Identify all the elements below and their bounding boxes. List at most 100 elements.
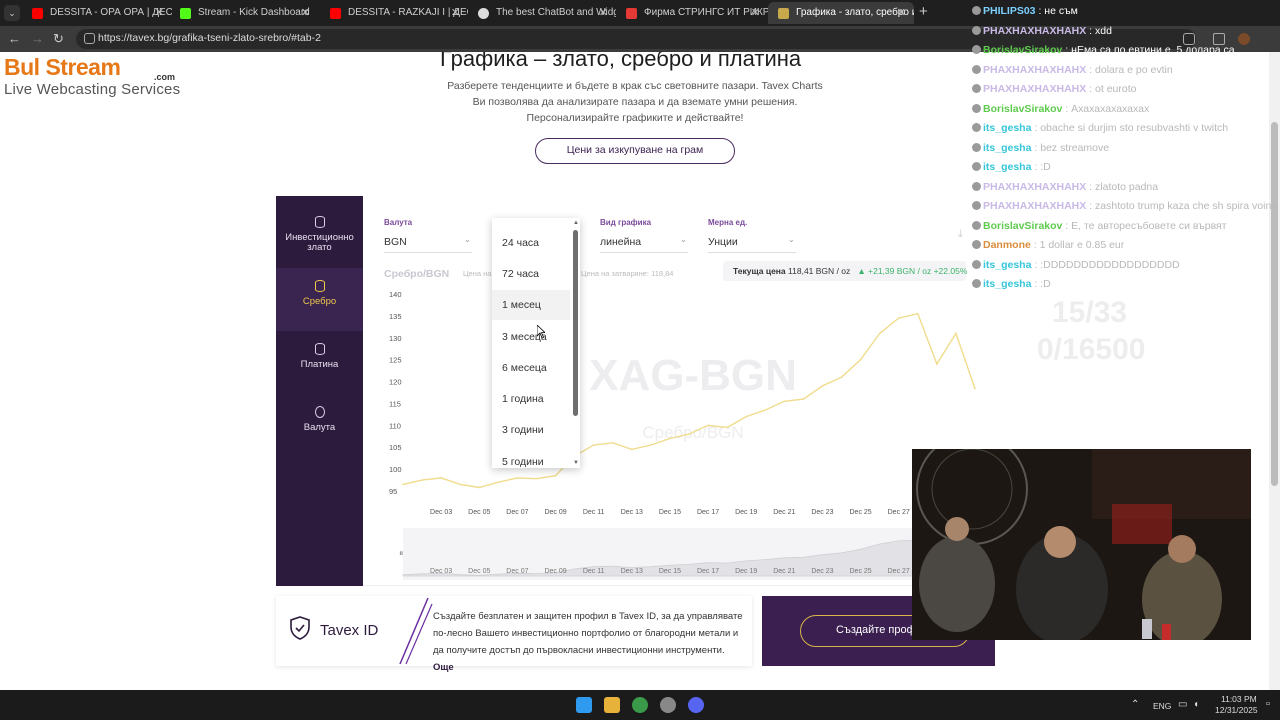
sidebar-item-currency[interactable]: Валута	[276, 394, 363, 457]
close-tab-icon[interactable]: ✕	[155, 2, 164, 24]
sidebar-item-silver[interactable]: Сребро	[276, 268, 363, 331]
data-point	[402, 483, 404, 486]
chat-text: Ахахахахахахах	[1071, 102, 1150, 115]
x-tick-label: Dec 17	[697, 509, 719, 516]
mouse-cursor-icon	[537, 325, 545, 339]
language-indicator[interactable]: ENG	[1153, 701, 1171, 711]
back-icon[interactable]: ←	[8, 31, 21, 46]
data-point	[878, 332, 881, 335]
y-tick-label: 95	[389, 487, 397, 496]
data-point	[535, 477, 538, 480]
network-icon[interactable]: ▭	[1178, 699, 1187, 710]
period-option[interactable]: 3 години	[492, 415, 570, 445]
browser-tab-active[interactable]: Графика - злато, сребро и пла ✕	[768, 2, 914, 24]
notifications-icon[interactable]: ▫	[1266, 698, 1270, 710]
x-tick-label: Dec 05	[468, 509, 490, 516]
period-option[interactable]: 24 часа	[492, 228, 570, 258]
sidebar-item-gold[interactable]: Инвестиционно злато	[276, 204, 363, 267]
browser-tab[interactable]: The best ChatBot and Widgets ✕	[468, 2, 616, 24]
reload-icon[interactable]: ↻	[53, 31, 64, 47]
windows-start-icon[interactable]	[576, 697, 592, 713]
tab-title: DESSITA - ОРА ОРА | ДЕСИТА	[50, 7, 172, 18]
price-change: +21,39 BGN / oz +22.05%	[868, 266, 968, 276]
chat-text: zashtoto trump kaza che sh spira voina	[1095, 200, 1278, 212]
currency-select[interactable]: BGN	[384, 236, 407, 248]
tab-title: Фирма СТРИНГС ИТ РИКРУТМ	[644, 7, 768, 18]
tab-title: Stream - Kick Dashboard	[198, 7, 310, 18]
close-tab-icon[interactable]: ✕	[599, 2, 608, 24]
chat-message: its_gesha : :D	[972, 277, 1051, 291]
user-badge-icon	[972, 103, 981, 113]
x-tick-label: Dec 03	[430, 509, 452, 516]
chat-message: PHAXHAXHAXHAHX : dolara e po evtin	[972, 63, 1173, 77]
price-chart[interactable]: XAG-BGNСребро/BGN14013513012512011511010…	[363, 286, 995, 586]
overlay-counter-2: 0/16500	[1037, 333, 1146, 366]
chevron-down-icon[interactable]: ⌄	[464, 235, 471, 244]
discord-icon[interactable]	[688, 697, 704, 713]
logo-main-text: Bul Stream	[4, 54, 121, 80]
obs-icon[interactable]	[660, 697, 676, 713]
scroll-down-icon[interactable]: ▼	[573, 460, 579, 466]
chat-message: PHAXHAXHAXHAHX : ot euroto	[972, 82, 1136, 96]
read-more-link[interactable]: Още	[433, 662, 454, 673]
dropdown-scrollbar-thumb[interactable]	[573, 230, 578, 416]
clock-time[interactable]: 11:03 PM	[1221, 694, 1257, 704]
chat-text: :D	[1040, 278, 1051, 290]
scroll-up-icon[interactable]: ▲	[573, 220, 579, 226]
file-explorer-icon[interactable]	[604, 697, 620, 713]
close-tab-icon[interactable]: ✕	[751, 2, 760, 24]
kick-icon	[180, 8, 191, 19]
unit-select[interactable]: Унции	[708, 236, 738, 248]
download-icon[interactable]: ⤓	[958, 228, 963, 241]
tavex-icon	[778, 8, 789, 19]
navigator-tick-label: Dec 15	[659, 568, 681, 575]
page-title: Графика – злато, сребро и платина	[440, 52, 802, 71]
tavex-id-card: Tavex ID Създайте безплатен и защитен пр…	[276, 596, 752, 673]
y-tick-label: 125	[389, 356, 402, 365]
chevron-down-icon[interactable]: ⌄	[788, 235, 795, 244]
period-option[interactable]: 72 часа	[492, 259, 570, 289]
period-option[interactable]: 3 месеца	[492, 322, 570, 352]
browser-tab[interactable]: Stream - Kick Dashboard ✕	[170, 2, 318, 24]
period-option[interactable]: 1 година	[492, 384, 570, 414]
y-tick-label: 105	[389, 443, 402, 452]
chat-message: its_gesha : :D	[972, 160, 1051, 174]
current-price-value: 118,41 BGN / oz	[788, 266, 851, 276]
chevron-down-icon[interactable]: ⌄	[680, 235, 687, 244]
clock-date[interactable]: 12/31/2025	[1215, 705, 1258, 715]
chat-message: PHAXHAXHAXHAHX : xdd	[972, 24, 1112, 38]
x-tick-label: Dec 19	[735, 509, 757, 516]
close-tab-icon[interactable]: ✕	[897, 2, 906, 24]
close-tab-icon[interactable]: ✕	[301, 2, 310, 24]
webcam-feed	[912, 449, 1251, 640]
browser-tab[interactable]: Фирма СТРИНГС ИТ РИКРУТМ ✕	[616, 2, 768, 24]
new-tab-button[interactable]: +	[919, 3, 928, 20]
chevron-up-icon[interactable]: ⌃	[1131, 699, 1139, 710]
period-option[interactable]: 6 месеца	[492, 353, 570, 383]
period-option[interactable]: 5 години	[492, 447, 570, 468]
currency-exchange-icon	[314, 406, 325, 418]
data-point	[421, 479, 423, 481]
user-badge-icon	[972, 123, 981, 132]
user-badge-icon	[972, 240, 981, 249]
browser-tab[interactable]: DESSITA - RAZKAJI I | ДЕСИ ✕	[320, 2, 468, 24]
period-option-hovered[interactable]: 1 месец	[492, 290, 570, 320]
forward-icon[interactable]: →	[31, 31, 44, 46]
buyback-prices-button[interactable]: Цени за изкупуване на грам	[535, 138, 735, 164]
data-point	[440, 477, 442, 479]
site-info-icon[interactable]	[84, 33, 95, 44]
chat-username: PHAXHAXHAXHAHX	[983, 180, 1087, 193]
sidebar-item-platinum[interactable]: Платина	[276, 331, 363, 394]
x-tick-label: Dec 09	[544, 509, 566, 516]
volume-icon[interactable]: ◖	[1193, 699, 1199, 710]
chat-text: obache si durjim sto resubvashti v twitc…	[1040, 122, 1229, 134]
browser-tab[interactable]: DESSITA - ОРА ОРА | ДЕСИТА ✕	[22, 2, 172, 24]
period-dropdown-list[interactable]: ▲ 24 часа 72 часа 1 месец 3 месеца 6 мес…	[492, 218, 580, 468]
close-tab-icon[interactable]: ✕	[451, 2, 460, 24]
chart-type-select[interactable]: линейна	[600, 236, 641, 248]
chat-message: its_gesha : obache si durjim sto resubva…	[972, 121, 1228, 135]
chrome-icon[interactable]	[632, 697, 648, 713]
navigator-tick-label: Dec 05	[468, 568, 490, 575]
data-point	[497, 481, 500, 483]
tab-search-dropdown-icon[interactable]: ⌄	[4, 5, 20, 21]
